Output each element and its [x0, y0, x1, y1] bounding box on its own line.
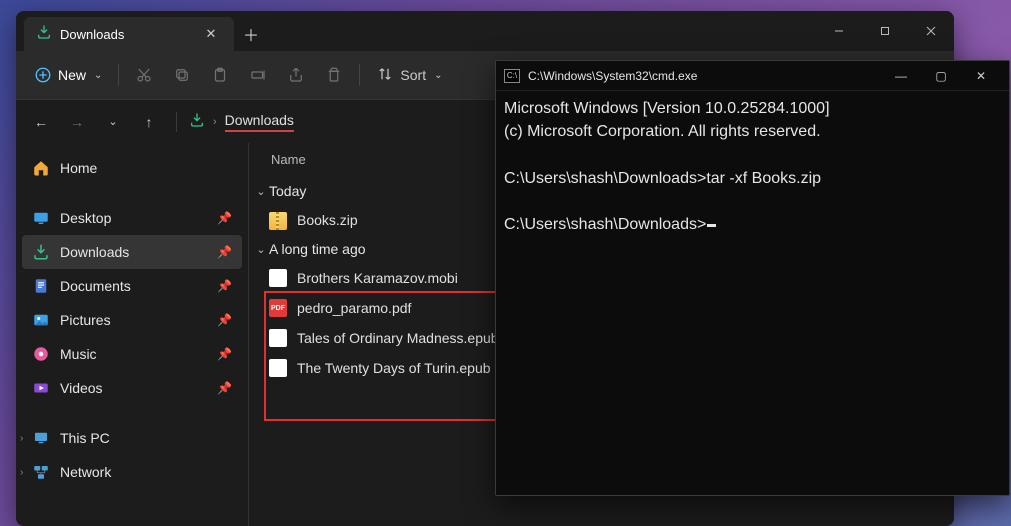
- sidebar-item-music[interactable]: Music 📌: [22, 337, 242, 371]
- maximize-button[interactable]: [862, 11, 908, 51]
- sidebar-item-documents[interactable]: Documents 📌: [22, 269, 242, 303]
- download-icon: [36, 24, 52, 45]
- file-name: pedro_paramo.pdf: [297, 300, 411, 316]
- column-name[interactable]: Name: [271, 152, 306, 167]
- plus-circle-icon: [34, 66, 52, 84]
- tab-strip: Downloads ✕ ＋: [16, 11, 954, 51]
- back-button[interactable]: ←: [26, 107, 56, 137]
- group-label: A long time ago: [269, 241, 366, 257]
- breadcrumb[interactable]: › Downloads: [189, 112, 294, 132]
- paste-button[interactable]: [203, 58, 237, 92]
- sidebar-label: Desktop: [60, 210, 111, 226]
- cmd-prompt: C:\Users\shash\Downloads>: [504, 170, 706, 187]
- file-name: Brothers Karamazov.mobi: [297, 270, 458, 286]
- cut-button[interactable]: [127, 58, 161, 92]
- cmd-cursor: [707, 224, 716, 227]
- zip-icon: [269, 212, 287, 230]
- chevron-right-icon: ›: [213, 116, 217, 128]
- pin-icon: 📌: [217, 313, 232, 327]
- toolbar-separator: [118, 64, 119, 86]
- chevron-down-icon: ⌄: [434, 70, 442, 81]
- chevron-down-icon: ⌄: [253, 243, 269, 256]
- file-name: Books.zip: [297, 212, 358, 228]
- pin-icon: 📌: [217, 347, 232, 361]
- cmd-prompt: C:\Users\shash\Downloads>: [504, 216, 706, 233]
- cmd-title-text: C:\Windows\System32\cmd.exe: [528, 69, 697, 83]
- sort-button[interactable]: Sort ⌄: [368, 58, 450, 92]
- download-icon: [189, 112, 205, 131]
- sidebar-label: Network: [60, 464, 111, 480]
- close-tab-icon[interactable]: ✕: [200, 23, 222, 45]
- cmd-window: C:\ C:\Windows\System32\cmd.exe — ▢ ✕ Mi…: [495, 60, 1010, 496]
- minimize-button[interactable]: [816, 11, 862, 51]
- sidebar-item-downloads[interactable]: Downloads 📌: [22, 235, 242, 269]
- cmd-command: tar -xf Books.zip: [706, 170, 821, 187]
- file-icon: [269, 329, 287, 347]
- sidebar-label: Videos: [60, 380, 103, 396]
- sidebar-label: Home: [60, 160, 97, 176]
- new-tab-button[interactable]: ＋: [234, 17, 268, 51]
- breadcrumb-downloads[interactable]: Downloads: [225, 112, 294, 132]
- close-button[interactable]: [908, 11, 954, 51]
- group-label: Today: [269, 183, 306, 199]
- forward-button[interactable]: →: [62, 107, 92, 137]
- file-name: The Twenty Days of Turin.epub: [297, 360, 491, 376]
- cmd-icon: C:\: [504, 69, 520, 83]
- sort-label: Sort: [400, 67, 426, 83]
- tab-title: Downloads: [60, 27, 192, 42]
- sort-icon: [376, 65, 394, 86]
- sidebar-item-videos[interactable]: Videos 📌: [22, 371, 242, 405]
- chevron-right-icon: ›: [20, 433, 23, 444]
- file-name: Tales of Ordinary Madness.epub: [297, 330, 499, 346]
- file-icon: [269, 359, 287, 377]
- cmd-close-button[interactable]: ✕: [961, 62, 1001, 90]
- cmd-line: (c) Microsoft Corporation. All rights re…: [504, 123, 821, 140]
- delete-button[interactable]: [317, 58, 351, 92]
- sidebar-item-pictures[interactable]: Pictures 📌: [22, 303, 242, 337]
- cmd-minimize-button[interactable]: —: [881, 62, 921, 90]
- sidebar-label: Pictures: [60, 312, 111, 328]
- chevron-down-icon: ⌄: [94, 70, 102, 81]
- sidebar: Home Desktop 📌 Downloads 📌 Documents 📌 P…: [16, 143, 248, 526]
- pin-icon: 📌: [217, 381, 232, 395]
- cmd-output[interactable]: Microsoft Windows [Version 10.0.25284.10…: [496, 91, 1009, 495]
- address-separator: [176, 112, 177, 132]
- sidebar-label: Documents: [60, 278, 131, 294]
- recent-locations-button[interactable]: ⌄: [98, 107, 128, 137]
- sidebar-item-thispc[interactable]: › This PC: [22, 421, 242, 455]
- cmd-window-controls: — ▢ ✕: [881, 62, 1001, 90]
- window-controls: [816, 11, 954, 51]
- cmd-maximize-button[interactable]: ▢: [921, 62, 961, 90]
- cmd-line: Microsoft Windows [Version 10.0.25284.10…: [504, 100, 830, 117]
- pdf-icon: PDF: [269, 299, 287, 317]
- new-button[interactable]: New ⌄: [26, 58, 110, 92]
- chevron-right-icon: ›: [20, 467, 23, 478]
- sidebar-label: Downloads: [60, 244, 129, 260]
- chevron-down-icon: ⌄: [253, 185, 269, 198]
- new-label: New: [58, 67, 86, 83]
- pin-icon: 📌: [217, 279, 232, 293]
- sidebar-item-home[interactable]: Home: [22, 151, 242, 185]
- sidebar-label: This PC: [60, 430, 110, 446]
- copy-button[interactable]: [165, 58, 199, 92]
- share-button[interactable]: [279, 58, 313, 92]
- sidebar-item-network[interactable]: › Network: [22, 455, 242, 489]
- sidebar-label: Music: [60, 346, 97, 362]
- cmd-titlebar[interactable]: C:\ C:\Windows\System32\cmd.exe — ▢ ✕: [496, 61, 1009, 91]
- rename-button[interactable]: [241, 58, 275, 92]
- up-button[interactable]: ↑: [134, 107, 164, 137]
- sidebar-item-desktop[interactable]: Desktop 📌: [22, 201, 242, 235]
- pin-icon: 📌: [217, 211, 232, 225]
- toolbar-separator: [359, 64, 360, 86]
- tab-downloads[interactable]: Downloads ✕: [24, 17, 234, 51]
- pin-icon: 📌: [217, 245, 232, 259]
- file-icon: [269, 269, 287, 287]
